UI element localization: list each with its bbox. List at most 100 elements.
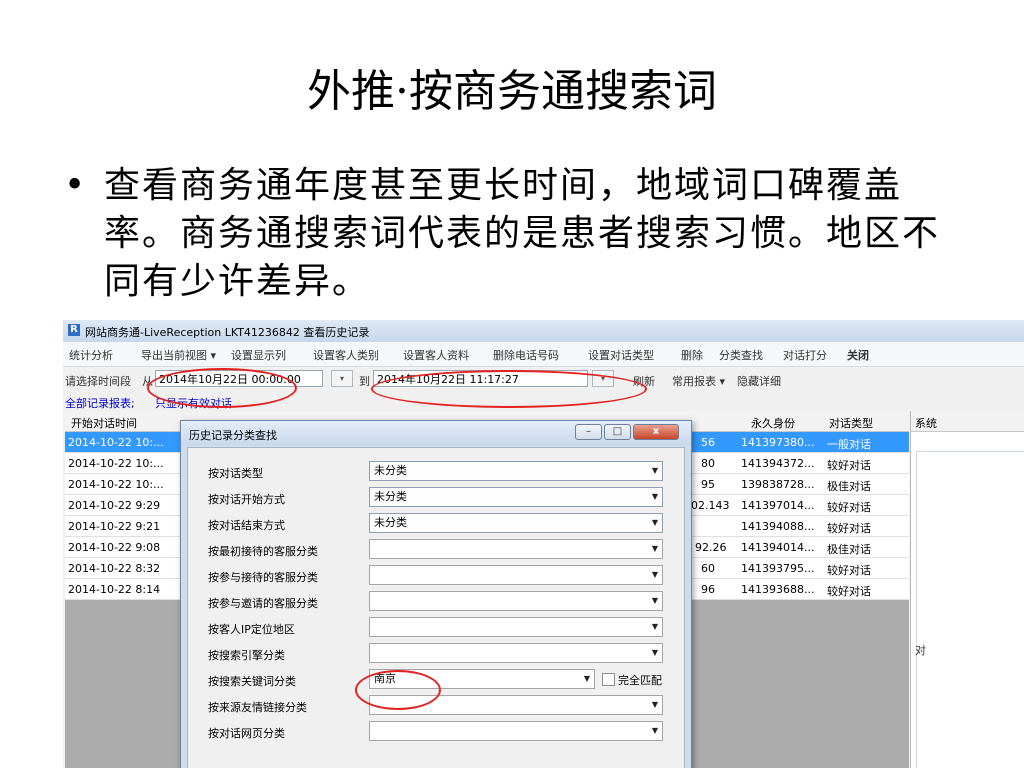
field-label-dialog-page: 按对话网页分类 xyxy=(208,727,285,740)
column-header-start-time[interactable]: 开始对话时间 xyxy=(71,415,137,431)
maximize-button[interactable]: □ xyxy=(604,424,631,440)
valid-dialogs-link[interactable]: 只显示有效对话 xyxy=(155,395,232,411)
cell-dialog-type: 较好对话 xyxy=(827,459,871,472)
cell-permanent-id: 141393688... xyxy=(741,583,815,596)
inviting-agent-select[interactable]: ▼ xyxy=(369,591,663,611)
time-range-bar: 请选择时间段 从 2014年10月22日 00:00:00 ▾ 到 2014年1… xyxy=(63,367,1024,391)
menu-guest-category[interactable]: 设置客人类别 xyxy=(313,347,379,363)
field-label-search-engine: 按搜索引擎分类 xyxy=(208,649,285,662)
participating-agent-select[interactable]: ▼ xyxy=(369,565,663,585)
search-engine-select[interactable]: ▼ xyxy=(369,643,663,663)
menu-stats[interactable]: 统计分析 xyxy=(69,347,113,363)
cell-dialog-type: 较好对话 xyxy=(827,522,871,535)
first-agent-select[interactable]: ▼ xyxy=(369,539,663,559)
cell-partial: 80 xyxy=(701,457,715,470)
menu-bar: 统计分析 导出当前视图 ▾ 设置显示列 设置客人类别 设置客人资料 删除电话号码… xyxy=(63,342,1024,367)
chevron-down-icon: ▼ xyxy=(651,518,658,527)
common-reports-menu[interactable]: 常用报表 ▾ xyxy=(672,373,725,389)
menu-export-view[interactable]: 导出当前视图 ▾ xyxy=(141,347,216,363)
menu-dialog-type[interactable]: 设置对话类型 xyxy=(588,347,654,363)
chevron-down-icon: ▼ xyxy=(651,466,658,475)
dialog-type-select[interactable]: 未分类 ▼ xyxy=(369,461,663,481)
menu-close[interactable]: 关闭 xyxy=(847,347,869,363)
cell-dialog-type: 较好对话 xyxy=(827,585,871,598)
cell-permanent-id: 141394372... xyxy=(741,457,815,470)
cell-permanent-id: 141394088... xyxy=(741,520,815,533)
start-mode-select[interactable]: 未分类 ▼ xyxy=(369,487,663,507)
bullet-text: 查看商务通年度甚至更长时间，地域词口碑覆盖率。商务通搜索词代表的是患者搜索习惯。… xyxy=(104,165,941,302)
dialog-page-select[interactable]: ▼ xyxy=(369,721,663,741)
referral-link-select[interactable]: ▼ xyxy=(369,695,663,715)
cell-time: 2014-10-22 8:14 xyxy=(68,583,161,596)
cell-time: 2014-10-22 9:08 xyxy=(68,541,161,554)
cell-permanent-id: 141397014... xyxy=(741,499,815,512)
dialog-titlebar: 历史记录分类查找 – □ x xyxy=(181,421,691,445)
cell-partial: 95 xyxy=(701,478,715,491)
select-value: 未分类 xyxy=(374,464,407,477)
cell-time: 2014-10-22 10:... xyxy=(68,478,164,491)
menu-delete-phone[interactable]: 删除电话号码 xyxy=(493,347,559,363)
from-datetime-input[interactable]: 2014年10月22日 00:00:00 xyxy=(155,370,323,387)
time-range-label: 请选择时间段 xyxy=(65,375,131,388)
cell-permanent-id: 139838728... xyxy=(741,478,815,491)
field-label-inviting-agent: 按参与邀请的客服分类 xyxy=(208,597,318,610)
cell-partial: 60 xyxy=(701,562,715,575)
select-value: 未分类 xyxy=(374,516,407,529)
exact-match-checkbox[interactable] xyxy=(602,673,615,686)
system-panel-text: 对 xyxy=(915,644,926,657)
from-calendar-button[interactable]: ▾ xyxy=(331,370,353,387)
system-panel-title: 系统 xyxy=(915,417,937,430)
chevron-down-icon: ▼ xyxy=(651,648,658,657)
chevron-down-icon: ▼ xyxy=(651,596,658,605)
window-title: 网站商务通-LiveReception LKT41236842 查看历史记录 xyxy=(85,326,370,339)
cell-partial: 56 xyxy=(701,436,715,449)
cell-time: 2014-10-22 9:21 xyxy=(68,520,161,533)
menu-guest-info[interactable]: 设置客人资料 xyxy=(403,347,469,363)
chevron-down-icon: ▼ xyxy=(651,570,658,579)
search-keyword-select[interactable]: 南京 ▼ xyxy=(369,669,595,689)
dialog-title: 历史记录分类查找 xyxy=(189,429,277,442)
cell-time: 2014-10-22 8:32 xyxy=(68,562,161,575)
refresh-button[interactable]: 刷新 xyxy=(633,373,655,389)
close-button[interactable]: x xyxy=(633,424,679,440)
menu-display-columns[interactable]: 设置显示列 xyxy=(231,347,286,363)
menu-dialog-rating[interactable]: 对话打分 xyxy=(783,347,827,363)
select-value: 南京 xyxy=(374,672,396,685)
category-search-dialog: 历史记录分类查找 – □ x 按对话类型 未分类 ▼ 按对话开始方式 未分类 ▼ 按… xyxy=(180,420,692,768)
to-calendar-button[interactable]: ▾ xyxy=(592,370,614,387)
field-label-ip-region: 按客人IP定位地区 xyxy=(208,623,295,636)
to-datetime-input[interactable]: 2014年10月22日 11:17:27 xyxy=(373,370,588,387)
app-logo-icon: R xyxy=(68,324,80,336)
chevron-down-icon: ▼ xyxy=(651,622,658,631)
menu-category-search[interactable]: 分类查找 xyxy=(719,347,763,363)
slide-title: 外推·按商务通搜索词 xyxy=(307,66,717,117)
bullet-point: • 查看商务通年度甚至更长时间，地域词口碑覆盖率。商务通搜索词代表的是患者搜索习… xyxy=(64,162,950,306)
chevron-down-icon: ▼ xyxy=(651,492,658,501)
hide-detail-button[interactable]: 隐藏详细 xyxy=(737,373,781,389)
cell-dialog-type: 较好对话 xyxy=(827,501,871,514)
cell-partial: 96 xyxy=(701,583,715,596)
chevron-down-icon: ▼ xyxy=(651,726,658,735)
dialog-form: 按对话类型 未分类 ▼ 按对话开始方式 未分类 ▼ 按对话结束方式 未分类 ▼ 按最初… xyxy=(187,447,685,768)
cell-time: 2014-10-22 10:... xyxy=(68,436,164,449)
menu-delete[interactable]: 删除 xyxy=(681,347,703,363)
exact-match-label: 完全匹配 xyxy=(618,674,662,687)
field-label-search-keyword: 按搜索关键词分类 xyxy=(208,675,296,688)
ip-region-select[interactable]: ▼ xyxy=(369,617,663,637)
system-panel-header: 系统 xyxy=(911,411,1024,432)
cell-dialog-type: 一般对话 xyxy=(827,438,871,451)
end-mode-select[interactable]: 未分类 ▼ xyxy=(369,513,663,533)
column-header-dialog-type[interactable]: 对话类型 xyxy=(829,415,873,431)
report-links: 全部记录报表; 只显示有效对话 xyxy=(63,392,1024,410)
cell-partial: 92.26 xyxy=(695,541,727,554)
chevron-down-icon: ▼ xyxy=(651,700,658,709)
column-header-permanent-id[interactable]: 永久身份 xyxy=(751,415,795,431)
all-records-link[interactable]: 全部记录报表; xyxy=(65,395,135,411)
field-label-referral-link: 按来源友情链接分类 xyxy=(208,701,307,714)
field-label-start-mode: 按对话开始方式 xyxy=(208,493,285,506)
minimize-button[interactable]: – xyxy=(575,424,602,440)
cell-partial: 02.143 xyxy=(691,499,730,512)
cell-dialog-type: 极佳对话 xyxy=(827,480,871,493)
cell-permanent-id: 141397380... xyxy=(741,436,815,449)
chevron-down-icon: ▼ xyxy=(651,544,658,553)
